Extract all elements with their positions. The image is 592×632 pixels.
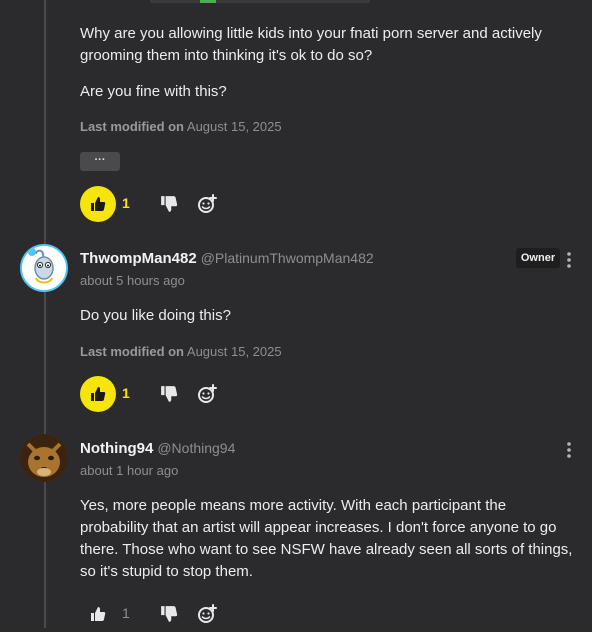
like-button[interactable]	[80, 376, 116, 412]
comment-actions: 1	[80, 596, 280, 632]
thumbs-down-icon[interactable]	[160, 385, 178, 403]
comment-actions: 1	[80, 376, 280, 412]
add-reaction-icon[interactable]	[197, 604, 217, 624]
comment-body: Yes, more people means more activity. Wi…	[80, 497, 573, 580]
add-reaction-icon[interactable]	[197, 384, 217, 404]
user-handle: @Nothing94	[157, 440, 236, 456]
like-count: 1	[122, 605, 130, 621]
last-modified: Last modified on August 15, 2025	[80, 344, 282, 359]
like-button[interactable]	[80, 596, 116, 632]
avatar[interactable]	[20, 244, 68, 292]
comment-actions: 1	[80, 186, 280, 222]
timestamp: about 1 hour ago	[80, 463, 179, 478]
thumbs-up-icon	[91, 607, 106, 621]
avatar[interactable]	[20, 434, 68, 482]
thumbs-up-icon	[91, 197, 106, 211]
kebab-menu-icon[interactable]	[562, 440, 576, 460]
thwomp-avatar-icon	[22, 246, 66, 290]
thumbs-down-icon[interactable]	[160, 195, 178, 213]
comment-body: Do you like doing this?	[80, 307, 231, 324]
username[interactable]: Nothing94 @Nothing94	[80, 440, 235, 457]
last-modified: Last modified on August 15, 2025	[80, 119, 282, 134]
thumbs-up-icon	[91, 387, 106, 401]
thumbs-down-icon[interactable]	[160, 605, 178, 623]
collapse-button[interactable]: ···	[80, 152, 120, 171]
comment-body: Why are you allowing little kids into yo…	[80, 25, 542, 64]
comment-body-second: Are you fine with this?	[80, 83, 227, 100]
user-handle: @PlatinumThwompMan482	[200, 250, 374, 266]
like-count: 1	[122, 195, 130, 211]
like-count: 1	[122, 385, 130, 401]
comment-top: Why are you allowing little kids into yo…	[0, 0, 592, 230]
cat-avatar-icon	[20, 434, 68, 482]
like-button[interactable]	[80, 186, 116, 222]
username[interactable]: ThwompMan482 @PlatinumThwompMan482	[80, 250, 374, 267]
kebab-menu-icon[interactable]	[562, 250, 576, 270]
add-reaction-icon[interactable]	[197, 194, 217, 214]
owner-badge: Owner	[516, 248, 560, 268]
timestamp: about 5 hours ago	[80, 273, 185, 288]
